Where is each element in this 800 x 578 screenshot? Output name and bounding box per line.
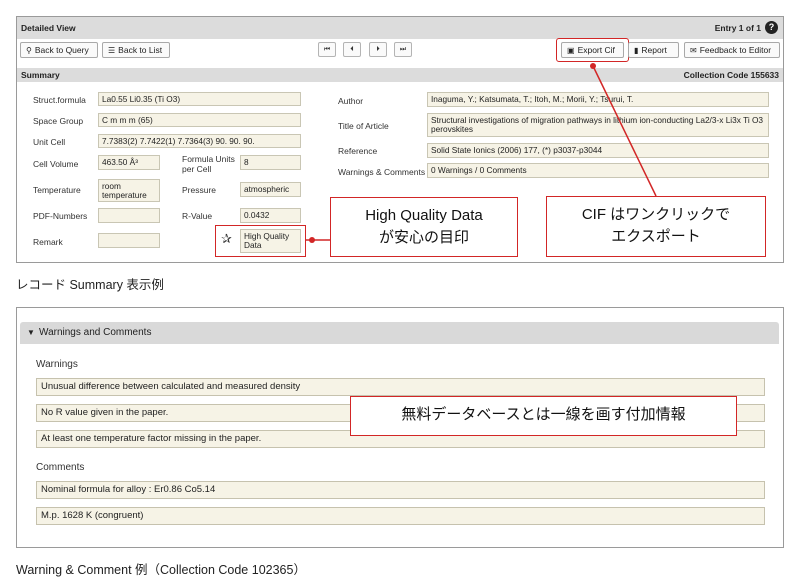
export-cif-label: Export Cif (577, 45, 615, 55)
detailed-view-title: Detailed View (21, 23, 76, 33)
warnings-section-label: Warnings (36, 359, 78, 370)
pdf-numbers-value (98, 208, 160, 223)
cell-volume-label: Cell Volume (33, 159, 79, 169)
warnings-panel-header[interactable]: ▼ Warnings and Comments (20, 322, 779, 344)
warnings-comments-label: Warnings & Comments (338, 167, 426, 177)
unit-cell-label: Unit Cell (33, 137, 66, 147)
author-value: Inaguma, Y.; Katsumata, T.; Itoh, M.; Mo… (427, 92, 769, 107)
collapse-triangle-icon: ▼ (27, 328, 35, 337)
formula-units-label: Formula Units per Cell (182, 154, 235, 174)
entry-info: Entry 1 of 1 (714, 23, 761, 33)
title-of-article-value: Structural investigations of migration p… (427, 113, 769, 137)
mail-icon: ✉ (690, 46, 697, 55)
back-to-query-button[interactable]: ⚲ Back to Query (20, 42, 98, 58)
remark-label: Remark (33, 237, 63, 247)
summary-bar: Summary Collection Code 155633 (17, 68, 783, 82)
warnings-panel-title: Warnings and Comments (39, 327, 152, 338)
next-record-button[interactable]: ⏵ (369, 42, 387, 57)
comment-item: M.p. 1628 K (congruent) (36, 507, 765, 525)
free-db-callout: 無料データベースとは一線を画す付加情報 (350, 396, 737, 436)
summary-title: Summary (21, 70, 60, 80)
first-record-button[interactable]: ⏮ (318, 42, 336, 57)
struct-formula-value: La0.55 Li0.35 (Ti O3) (98, 92, 301, 106)
space-group-value: C m m m (65) (98, 113, 301, 127)
comment-item: Nominal formula for alloy : Er0.86 Co5.1… (36, 481, 765, 499)
pressure-value: atmospheric (240, 182, 301, 197)
report-label: Report (641, 45, 667, 55)
pressure-label: Pressure (182, 185, 217, 195)
title-of-article-label: Title of Article (338, 121, 389, 131)
struct-formula-label: Struct.formula (33, 95, 86, 105)
report-button[interactable]: ▮ Report (628, 42, 679, 58)
pdf-numbers-label: PDF-Numbers (33, 211, 88, 221)
temperature-label: Temperature (33, 185, 81, 195)
caption-summary: レコード Summary 表示例 (16, 278, 164, 292)
comments-section-label: Comments (36, 462, 85, 473)
collection-code: Collection Code 155633 (683, 70, 779, 80)
temperature-value: room temperature (98, 179, 160, 202)
help-icon[interactable]: ? (765, 21, 778, 34)
back-to-query-label: Back to Query (34, 45, 89, 55)
prev-record-button[interactable]: ⏴ (343, 42, 361, 57)
back-to-list-label: Back to List (118, 45, 163, 55)
high-quality-callout: High Quality Data が安心の目印 (330, 197, 518, 257)
unit-cell-value: 7.7383(2) 7.7422(1) 7.7364(3) 90. 90. 90… (98, 134, 301, 148)
caption-warnings: Warning & Comment 例（Collection Code 1023… (16, 563, 306, 577)
reference-label: Reference (338, 146, 378, 156)
remark-value (98, 233, 160, 248)
list-icon: ☰ (108, 46, 116, 55)
author-label: Author (338, 96, 364, 106)
high-quality-highlight (215, 225, 306, 257)
search-icon: ⚲ (26, 46, 32, 55)
formula-units-value: 8 (240, 155, 301, 170)
r-value-value: 0.0432 (240, 208, 301, 223)
feedback-label: Feedback to Editor (699, 45, 772, 55)
last-record-button[interactable]: ⏭ (394, 42, 412, 57)
cell-volume-value: 463.50 Å³ (98, 155, 160, 170)
reference-value: Solid State Ionics (2006) 177, (*) p3037… (427, 143, 769, 158)
feedback-button[interactable]: ✉ Feedback to Editor (684, 42, 780, 58)
export-cif-button[interactable]: ▣ Export Cif (561, 42, 624, 58)
r-value-label: R-Value (182, 211, 213, 221)
save-icon: ▣ (567, 46, 575, 55)
back-to-list-button[interactable]: ☰ Back to List (102, 42, 170, 58)
document-icon: ▮ (634, 46, 639, 55)
cif-export-callout: CIF はワンクリックで エクスポート (546, 196, 766, 257)
warnings-comments-value: 0 Warnings / 0 Comments (427, 163, 769, 178)
space-group-label: Space Group (33, 116, 84, 126)
warning-item: Unusual difference between calculated an… (36, 378, 765, 396)
detailed-view-header: Detailed View Entry 1 of 1 ? (17, 17, 783, 39)
